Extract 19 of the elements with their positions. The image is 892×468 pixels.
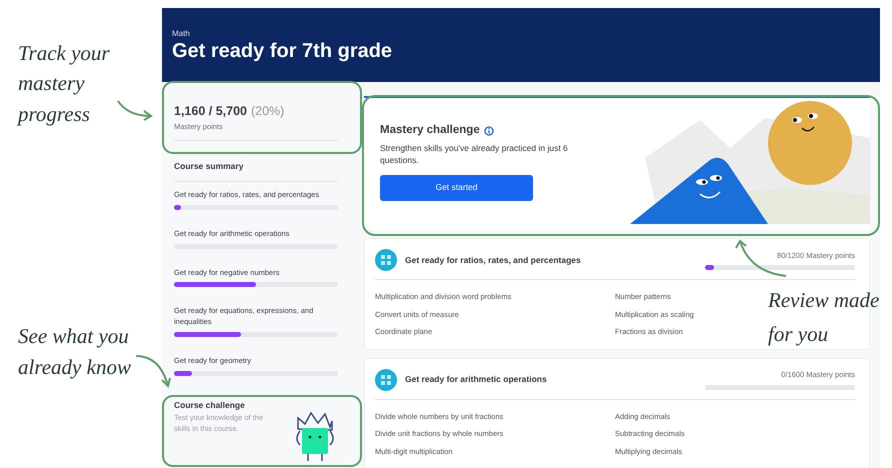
handwritten-note: Track your mastery progress bbox=[18, 40, 111, 128]
arrow bbox=[136, 355, 171, 388]
mastery-percent: (20%) bbox=[250, 104, 284, 118]
course-challenge-title[interactable]: Course challenge bbox=[174, 399, 274, 412]
course-title: Get ready for 7th grade bbox=[172, 40, 394, 62]
grid-icon bbox=[375, 368, 397, 390]
card-title: Mastery challenge bbox=[380, 123, 480, 138]
subject-label: Math bbox=[172, 28, 191, 40]
info-icon[interactable] bbox=[484, 126, 494, 136]
unit-title[interactable]: Get ready for ratios, rates, and percentages bbox=[405, 254, 581, 266]
unit-title[interactable]: Get ready for arithmetic operations bbox=[405, 373, 547, 386]
card-description: Strengthen skills you've already practiced in just 6 questions. bbox=[380, 143, 569, 166]
handwritten-note: Review made for you bbox=[768, 287, 880, 348]
mastery-points-total: 1,160 / 5,700 bbox=[174, 104, 247, 118]
arrow bbox=[117, 100, 153, 121]
section-heading: Course summary bbox=[174, 160, 244, 173]
get-started-button[interactable]: Get started bbox=[380, 174, 533, 201]
handwritten-note: See what you already know bbox=[18, 323, 132, 381]
grid-icon bbox=[375, 249, 397, 271]
